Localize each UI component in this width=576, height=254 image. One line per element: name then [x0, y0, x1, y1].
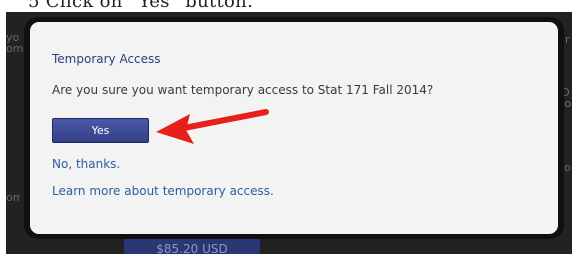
learn-more-link[interactable]: Learn more about temporary access.	[52, 184, 274, 198]
yes-button[interactable]: Yes	[52, 118, 149, 143]
background-text-fragment: om	[6, 192, 20, 203]
instruction-caption: 5 Click on “Yes” button.	[28, 0, 254, 12]
temporary-access-dialog: Temporary Access Are you sure you want t…	[30, 22, 558, 234]
dialog-title: Temporary Access	[52, 52, 161, 66]
dialog-question: Are you sure you want temporary access t…	[52, 83, 434, 97]
red-arrow-icon	[156, 109, 269, 144]
no-thanks-link[interactable]: No, thanks.	[52, 157, 120, 171]
